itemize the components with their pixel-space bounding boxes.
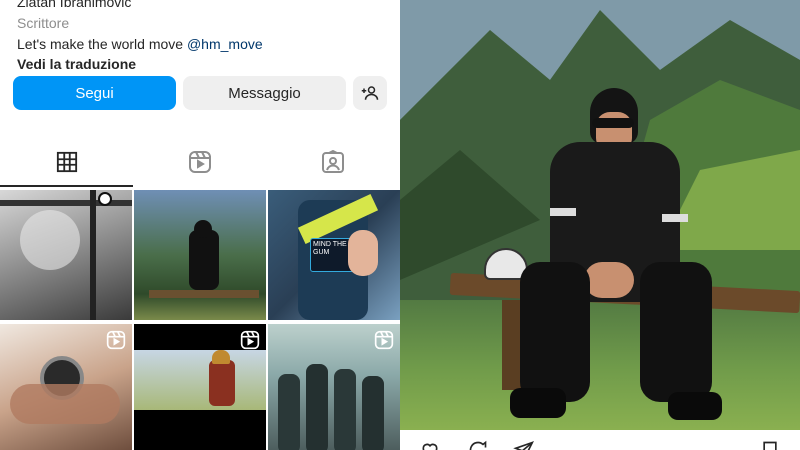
tab-tagged[interactable] (266, 138, 399, 186)
heart-icon[interactable] (418, 440, 442, 450)
tab-reels[interactable] (133, 138, 266, 186)
comment-icon[interactable] (466, 440, 490, 450)
reel-badge-icon (240, 330, 260, 350)
sunglasses (592, 118, 634, 128)
post-thumbnail-gym[interactable] (0, 190, 132, 320)
sleeve-stripe (662, 214, 688, 222)
post-image[interactable] (400, 0, 800, 430)
bio-text: Let's make the world move (17, 36, 187, 52)
profile-category: Scrittore (17, 15, 70, 31)
reel-badge-icon (106, 330, 126, 350)
bookmark-icon[interactable] (758, 440, 782, 450)
person-leg-right (640, 262, 712, 402)
profile-panel: Zlatan Ibrahimovic Scrittore Let's make … (0, 0, 400, 450)
sleeve-stripe (550, 208, 576, 216)
see-translation-link[interactable]: Vedi la traduzione (17, 56, 136, 72)
profile-name: Zlatan Ibrahimovic (17, 0, 132, 10)
post-thumbnail-gladiator[interactable] (134, 324, 266, 450)
profile-tabs (0, 138, 400, 188)
shoe-left (510, 388, 566, 418)
reels-icon (188, 151, 211, 173)
active-tab-indicator (0, 185, 133, 187)
message-button[interactable]: Messaggio (183, 76, 346, 110)
follow-button[interactable]: Segui (13, 76, 176, 110)
profile-bio: Let's make the world move @hm_move (17, 36, 263, 52)
post-action-bar (400, 430, 800, 450)
reel-badge-icon (374, 330, 394, 350)
tab-grid[interactable] (0, 138, 133, 186)
post-thumbnail-group[interactable] (268, 324, 400, 450)
grid-icon (56, 151, 77, 173)
bio-mention-link[interactable]: @hm_move (187, 36, 263, 52)
post-thumbnail-bench[interactable] (134, 190, 266, 320)
tagged-icon (321, 150, 344, 173)
person-hands (584, 262, 634, 298)
person-leg-left (520, 262, 590, 402)
add-person-icon (361, 86, 379, 100)
posts-grid: MIND THE GUM (0, 190, 400, 450)
post-thumbnail-mindthegum[interactable]: MIND THE GUM (268, 190, 400, 320)
share-icon[interactable] (512, 440, 536, 450)
post-detail-panel (400, 0, 800, 450)
shoe-right (668, 392, 722, 420)
add-friend-button[interactable] (353, 76, 387, 110)
post-thumbnail-watch[interactable] (0, 324, 132, 450)
